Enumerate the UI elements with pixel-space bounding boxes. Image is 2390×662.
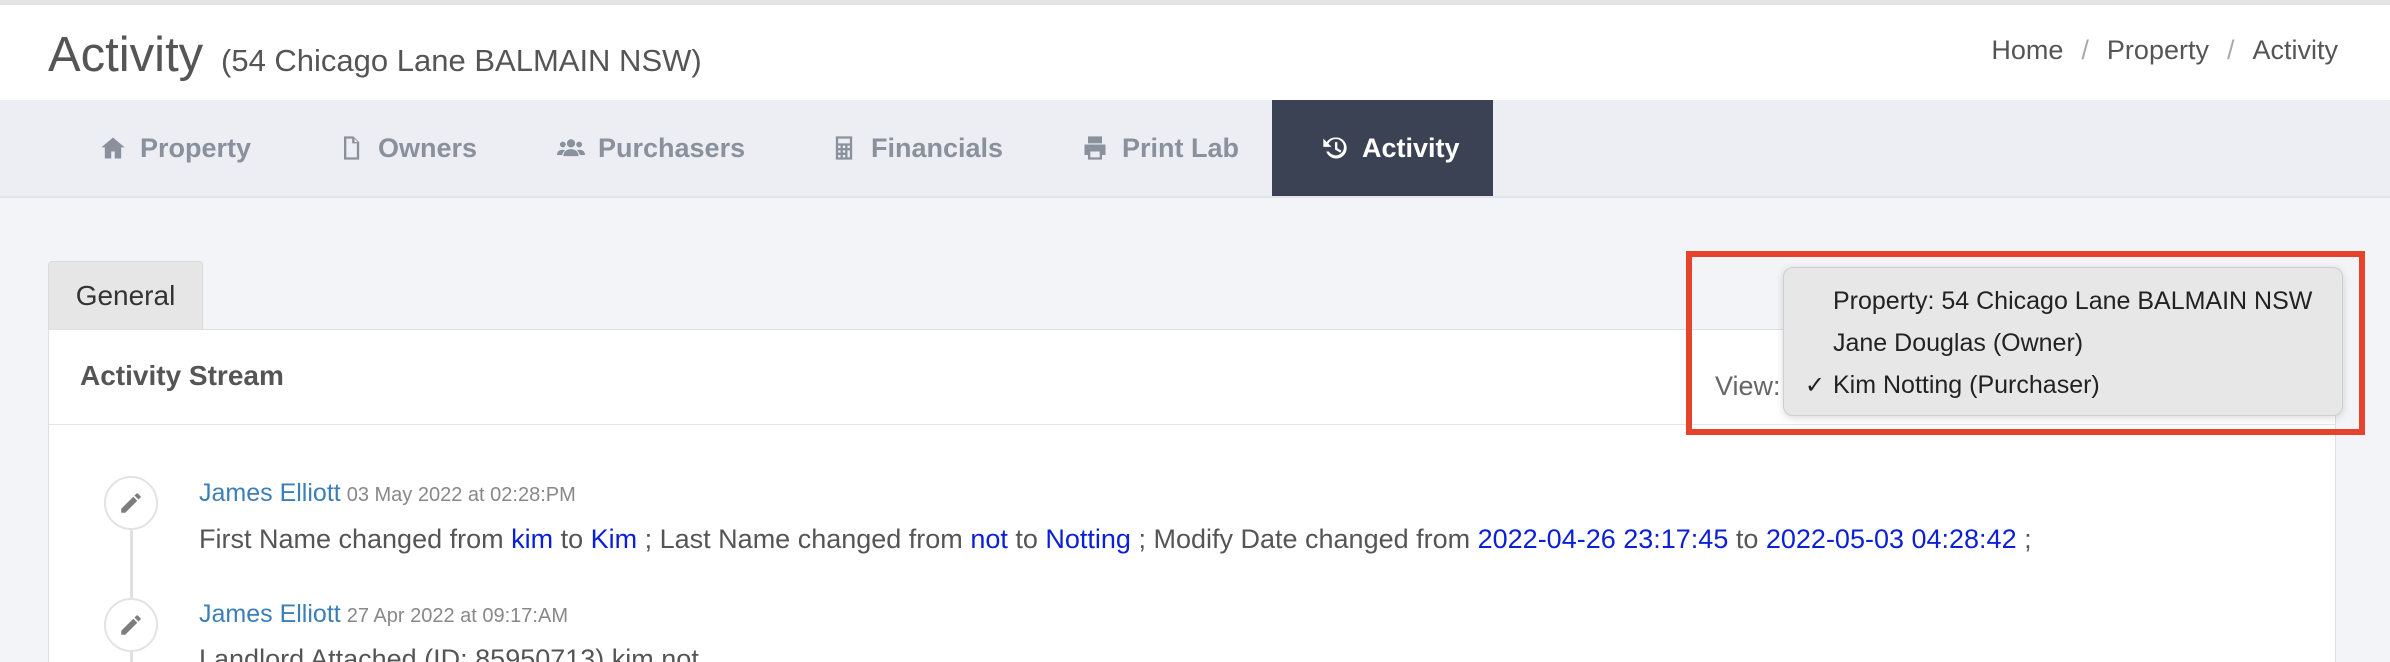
timeline-entry-text: First Name changed from kim to Kim ; Las… xyxy=(199,524,2032,555)
tab-label: Print Lab xyxy=(1122,132,1240,163)
printer-icon xyxy=(1080,133,1110,163)
tab-print-lab[interactable]: Print Lab xyxy=(1080,100,1239,196)
timeline-entry-text: Landlord Attached (ID: 85950713) kim not xyxy=(199,644,699,662)
tab-label: Purchasers xyxy=(598,132,746,163)
tab-label: Activity xyxy=(1362,132,1460,163)
page-title: Activity xyxy=(48,28,204,82)
text: to xyxy=(553,524,591,554)
tab-purchasers[interactable]: Purchasers xyxy=(556,100,745,196)
tab-label: Financials xyxy=(871,132,1004,163)
pencil-icon xyxy=(104,476,158,530)
tab-financials[interactable]: Financials xyxy=(829,100,1003,196)
home-icon xyxy=(98,133,128,163)
page-subtitle: (54 Chicago Lane BALMAIN NSW) xyxy=(221,43,702,78)
users-icon xyxy=(556,133,586,163)
changed-value: not xyxy=(970,524,1008,554)
nav-tabs: Property Owners Purchasers Financials Pr… xyxy=(0,100,2390,198)
text: to xyxy=(1728,524,1766,554)
entry-date: 27 Apr 2022 at 09:17:AM xyxy=(346,605,568,627)
highlight-annotation xyxy=(1686,251,2365,435)
text: ; Modify Date changed from xyxy=(1130,524,1478,554)
text: ; Last Name changed from xyxy=(637,524,971,554)
breadcrumb: Home / Property / Activity xyxy=(1991,35,2338,66)
entry-date: 03 May 2022 at 02:28:PM xyxy=(346,484,576,506)
calculator-icon xyxy=(829,133,859,163)
changed-value: kim xyxy=(511,524,554,554)
breadcrumb-home[interactable]: Home xyxy=(1991,35,2063,66)
tab-label: Owners xyxy=(378,132,478,163)
author-link[interactable]: James Elliott xyxy=(199,600,341,628)
breadcrumb-activity: Activity xyxy=(2252,35,2338,65)
panel-title: Activity Stream xyxy=(80,360,284,391)
changed-value: Notting xyxy=(1045,524,1131,554)
tab-general[interactable]: General xyxy=(48,261,203,329)
text: ; xyxy=(2016,524,2032,554)
page-header: Activity (54 Chicago Lane BALMAIN NSW) H… xyxy=(0,5,2390,100)
tab-property[interactable]: Property xyxy=(98,100,251,196)
breadcrumb-separator: / xyxy=(2226,35,2235,65)
timeline-entry-header: James Elliott 03 May 2022 at 02:28:PM xyxy=(199,479,576,508)
breadcrumb-separator: / xyxy=(2081,35,2089,65)
history-icon xyxy=(1320,133,1350,163)
changed-value: Kim xyxy=(590,524,638,554)
tab-owners[interactable]: Owners xyxy=(336,100,477,196)
tab-label: Property xyxy=(140,132,252,163)
pencil-icon xyxy=(104,598,158,652)
breadcrumb-property[interactable]: Property xyxy=(2107,35,2209,66)
text: First Name changed from xyxy=(199,524,512,554)
changed-value: 2022-04-26 23:17:45 xyxy=(1477,524,1729,554)
file-icon xyxy=(336,133,366,163)
changed-value: 2022-05-03 04:28:42 xyxy=(1765,524,2017,554)
timeline-entry-header: James Elliott 27 Apr 2022 at 09:17:AM xyxy=(199,600,568,629)
author-link[interactable]: James Elliott xyxy=(199,479,341,507)
tab-activity[interactable]: Activity xyxy=(1272,100,1493,196)
text: to xyxy=(1007,524,1046,554)
